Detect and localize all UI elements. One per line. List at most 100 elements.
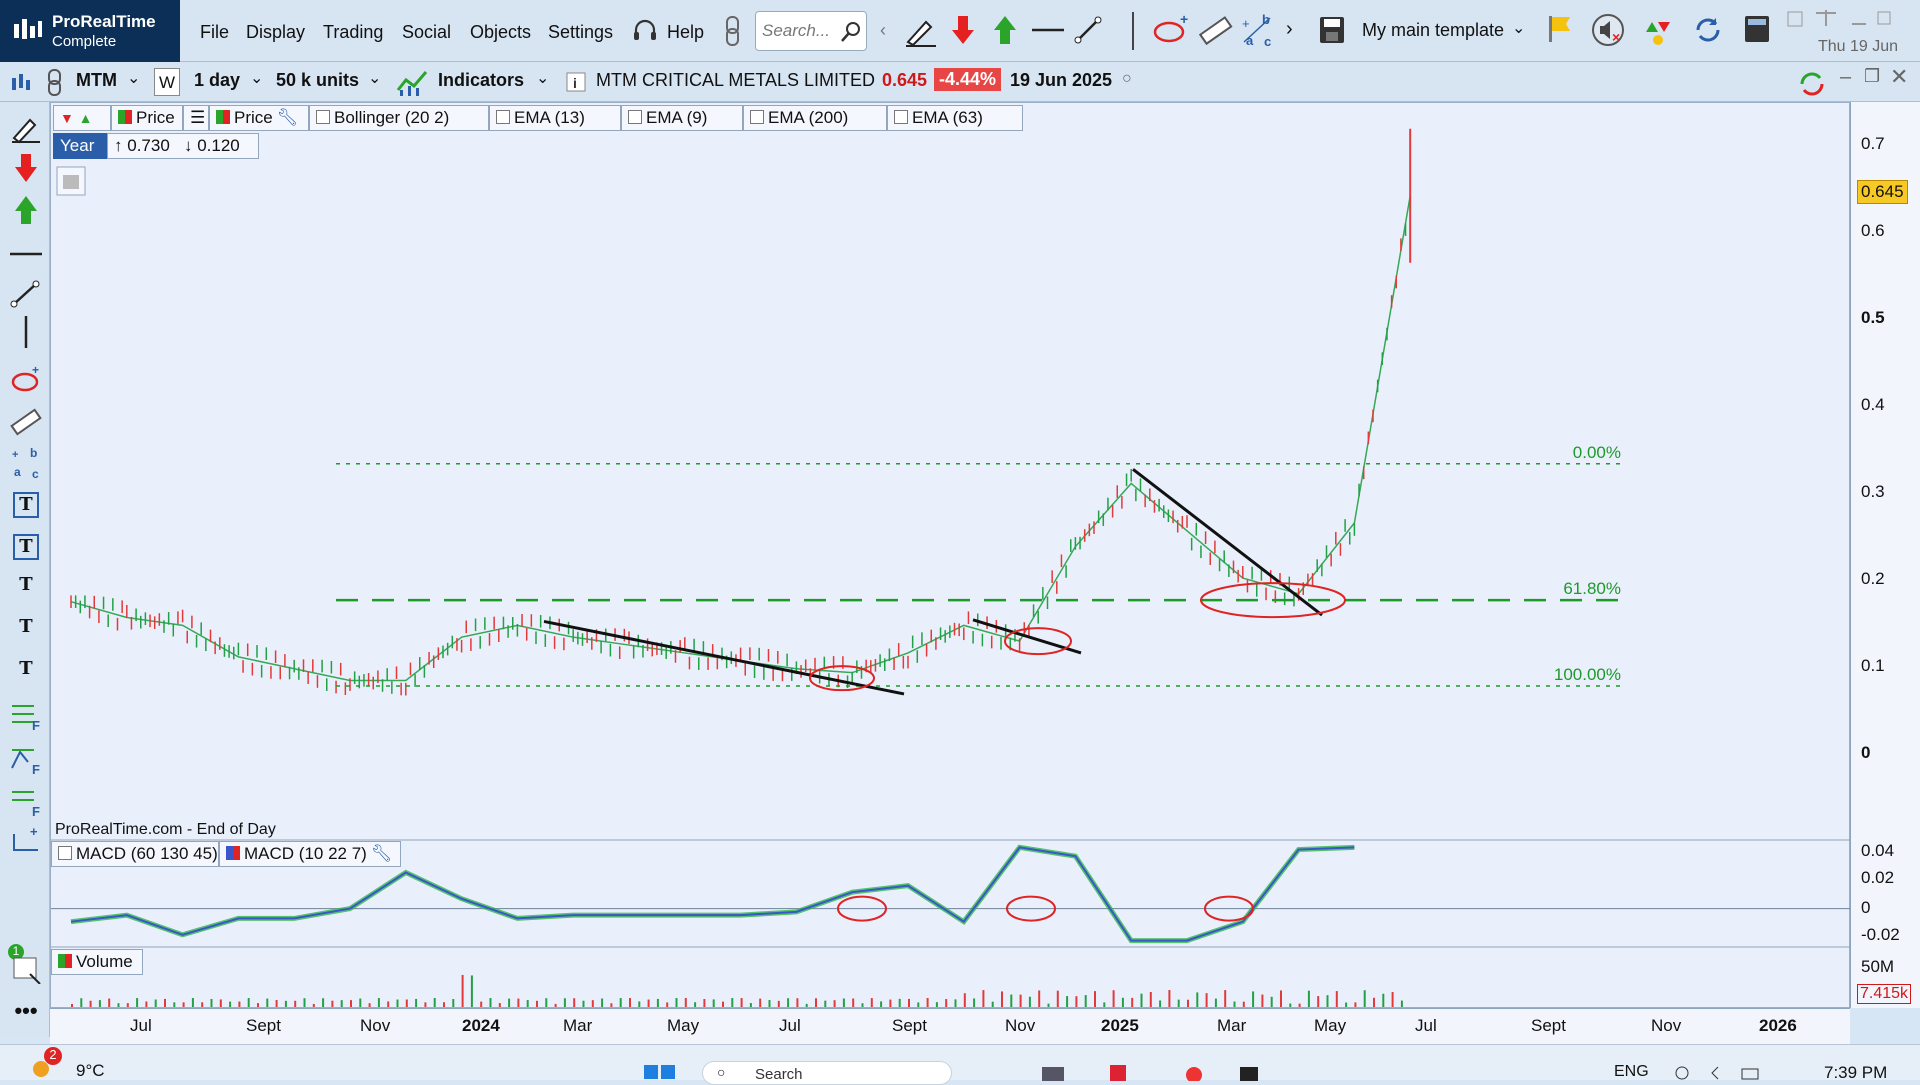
legend-volume[interactable]: Volume: [51, 949, 143, 975]
sell-tool-icon[interactable]: [10, 152, 42, 184]
units-select[interactable]: 50 k units: [276, 70, 359, 91]
headset-icon[interactable]: [632, 18, 658, 44]
fibonacci-tool-icon[interactable]: + ba c: [1240, 12, 1280, 50]
scroll-left-icon[interactable]: ‹: [880, 20, 886, 41]
ticker-select[interactable]: MTM: [76, 70, 117, 91]
search-input[interactable]: Search...: [755, 11, 867, 51]
ruler-icon[interactable]: [1198, 14, 1234, 48]
menu-trading[interactable]: Trading: [323, 22, 383, 43]
menu-display[interactable]: Display: [246, 22, 305, 43]
ellipse-tool-icon[interactable]: +: [1150, 14, 1190, 46]
chart-panel[interactable]: 0.00% 61.80% 100.00% ▼ ▲ Price ☰ Price 🔧︎ B…: [50, 102, 1851, 1009]
bracket-tool-icon[interactable]: +: [10, 824, 42, 856]
menu-settings[interactable]: Settings: [548, 22, 613, 43]
ema200-checkbox[interactable]: [750, 110, 764, 124]
legend-ema13[interactable]: EMA (13): [489, 105, 621, 131]
ticker-dropdown-icon[interactable]: ⌄: [127, 68, 140, 88]
info-icon[interactable]: i: [566, 72, 586, 92]
text-box-tool-icon[interactable]: T: [13, 492, 39, 518]
price-axis[interactable]: 0.7 0.6 0.5 0.4 0.3 0.2 0.1 0 0.645 0.04…: [1850, 102, 1920, 1008]
menu-objects[interactable]: Objects: [470, 22, 531, 43]
legend-ema9[interactable]: EMA (9): [621, 105, 743, 131]
weekly-toggle[interactable]: W: [154, 68, 180, 96]
legend-price1[interactable]: Price: [111, 105, 183, 131]
abc-tool-icon[interactable]: + ba c: [10, 446, 42, 478]
legend-macd1[interactable]: MACD (60 130 45): [51, 841, 219, 867]
sound-mute-icon[interactable]: ×: [1590, 12, 1626, 48]
units-dropdown-icon[interactable]: ⌄: [368, 68, 381, 88]
indicators-button[interactable]: Indicators: [438, 70, 524, 91]
ellipse-draw-icon[interactable]: +: [10, 364, 42, 396]
text-plain-tool-icon[interactable]: T: [10, 658, 42, 690]
time-axis[interactable]: Jul Sept Nov 2024 Mar May Jul Sept Nov 2025 Mar May…: [50, 1008, 1850, 1044]
chart-type-icon[interactable]: [10, 72, 36, 94]
legend-order-buttons[interactable]: ▼ ▲: [53, 105, 111, 131]
move-up-icon[interactable]: ▲: [79, 110, 93, 126]
template-dropdown-icon[interactable]: ⌄: [1512, 18, 1525, 38]
legend-ema63[interactable]: EMA (63): [887, 105, 1023, 131]
volume-bar: [424, 1002, 427, 1007]
sync-icon[interactable]: [1796, 68, 1828, 98]
ema63-checkbox[interactable]: [894, 110, 908, 124]
sell-arrow-icon[interactable]: [950, 14, 976, 46]
pencil-tool-icon[interactable]: [10, 112, 42, 144]
taskbar-search[interactable]: ○ Search: [702, 1061, 952, 1085]
chart-link-icon[interactable]: [44, 68, 66, 98]
input-language[interactable]: ENG: [1614, 1063, 1649, 1081]
window-controls-icon[interactable]: [1786, 8, 1906, 32]
hline-tool-icon[interactable]: [10, 238, 42, 270]
legend-list-icon[interactable]: ☰: [183, 105, 209, 131]
segment-tool-icon[interactable]: [10, 278, 42, 310]
text-frame-tool-icon[interactable]: T: [13, 534, 39, 560]
flag-icon[interactable]: [1546, 14, 1572, 44]
more-tools-icon[interactable]: •••: [10, 998, 42, 1030]
restore-icon[interactable]: ❐: [1864, 66, 1880, 87]
indicators-icon[interactable]: [396, 68, 432, 98]
windows-start-icon[interactable]: [644, 1063, 676, 1081]
trendline-icon[interactable]: [1074, 16, 1102, 44]
fib-retracement-icon[interactable]: F: [10, 698, 42, 730]
legend-bollinger[interactable]: Bollinger (20 2): [309, 105, 489, 131]
legend-ema200[interactable]: EMA (200): [743, 105, 887, 131]
close-icon[interactable]: ✕: [1890, 64, 1908, 90]
legend-macd2[interactable]: MACD (10 22 7) 🔧︎: [219, 841, 401, 867]
refresh-icon[interactable]: [1690, 12, 1726, 48]
calculator-icon[interactable]: [1742, 14, 1772, 44]
macd-settings-icon[interactable]: 🔧︎: [371, 844, 393, 864]
menu-file[interactable]: File: [200, 22, 229, 43]
save-icon[interactable]: [1318, 15, 1346, 45]
alert-up-down-icon[interactable]: [1640, 12, 1676, 48]
bollinger-checkbox[interactable]: [316, 110, 330, 124]
price-settings-icon[interactable]: 🔧︎: [277, 108, 299, 128]
app-logo[interactable]: ProRealTime Complete: [0, 0, 180, 62]
menu-help[interactable]: Help: [667, 22, 704, 43]
fib-extension-icon[interactable]: F: [10, 784, 42, 816]
pencil-icon[interactable]: [902, 14, 938, 48]
text-bold-tool-icon[interactable]: T: [10, 616, 42, 648]
period-dropdown-icon[interactable]: ⌄: [250, 68, 263, 88]
vline-tool-icon[interactable]: [10, 316, 42, 348]
ema13-checkbox[interactable]: [496, 110, 510, 124]
layer-icon[interactable]: [55, 165, 87, 197]
alert-tool-icon[interactable]: [10, 952, 42, 984]
buy-tool-icon[interactable]: [10, 194, 42, 226]
buy-arrow-icon[interactable]: [992, 14, 1018, 46]
period-select[interactable]: 1 day: [194, 70, 240, 91]
text-tool-icon[interactable]: T: [10, 574, 42, 606]
horizontal-line-icon[interactable]: [1030, 20, 1066, 40]
scroll-right-icon[interactable]: ›: [1286, 18, 1293, 41]
tray-icons[interactable]: [1672, 1065, 1762, 1081]
ruler-tool-icon[interactable]: [10, 406, 42, 438]
chart-canvas[interactable]: 0.00% 61.80% 100.00%: [51, 103, 1851, 1009]
macd1-checkbox[interactable]: [58, 846, 72, 860]
menu-social[interactable]: Social: [402, 22, 451, 43]
template-name[interactable]: My main template: [1362, 20, 1504, 41]
move-down-icon[interactable]: ▼: [60, 110, 74, 126]
indicators-dropdown-icon[interactable]: ⌄: [536, 68, 549, 88]
legend-price2[interactable]: Price 🔧︎: [209, 105, 309, 131]
taskbar-app-icons[interactable]: [1040, 1063, 1270, 1081]
ema9-checkbox[interactable]: [628, 110, 642, 124]
minimize-icon[interactable]: –: [1840, 66, 1851, 89]
fib-fan-icon[interactable]: F: [10, 742, 42, 774]
link-icon[interactable]: [722, 14, 744, 48]
